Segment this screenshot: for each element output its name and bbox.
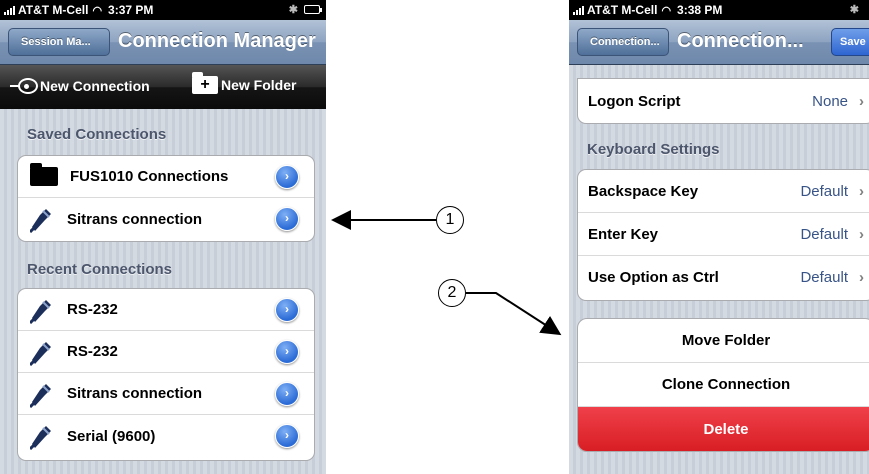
- arrow-to-action-sheet: [466, 292, 562, 336]
- callout-1: 1: [436, 206, 464, 234]
- annotation-arrows: [331, 210, 562, 336]
- callout-2: 2: [438, 279, 466, 307]
